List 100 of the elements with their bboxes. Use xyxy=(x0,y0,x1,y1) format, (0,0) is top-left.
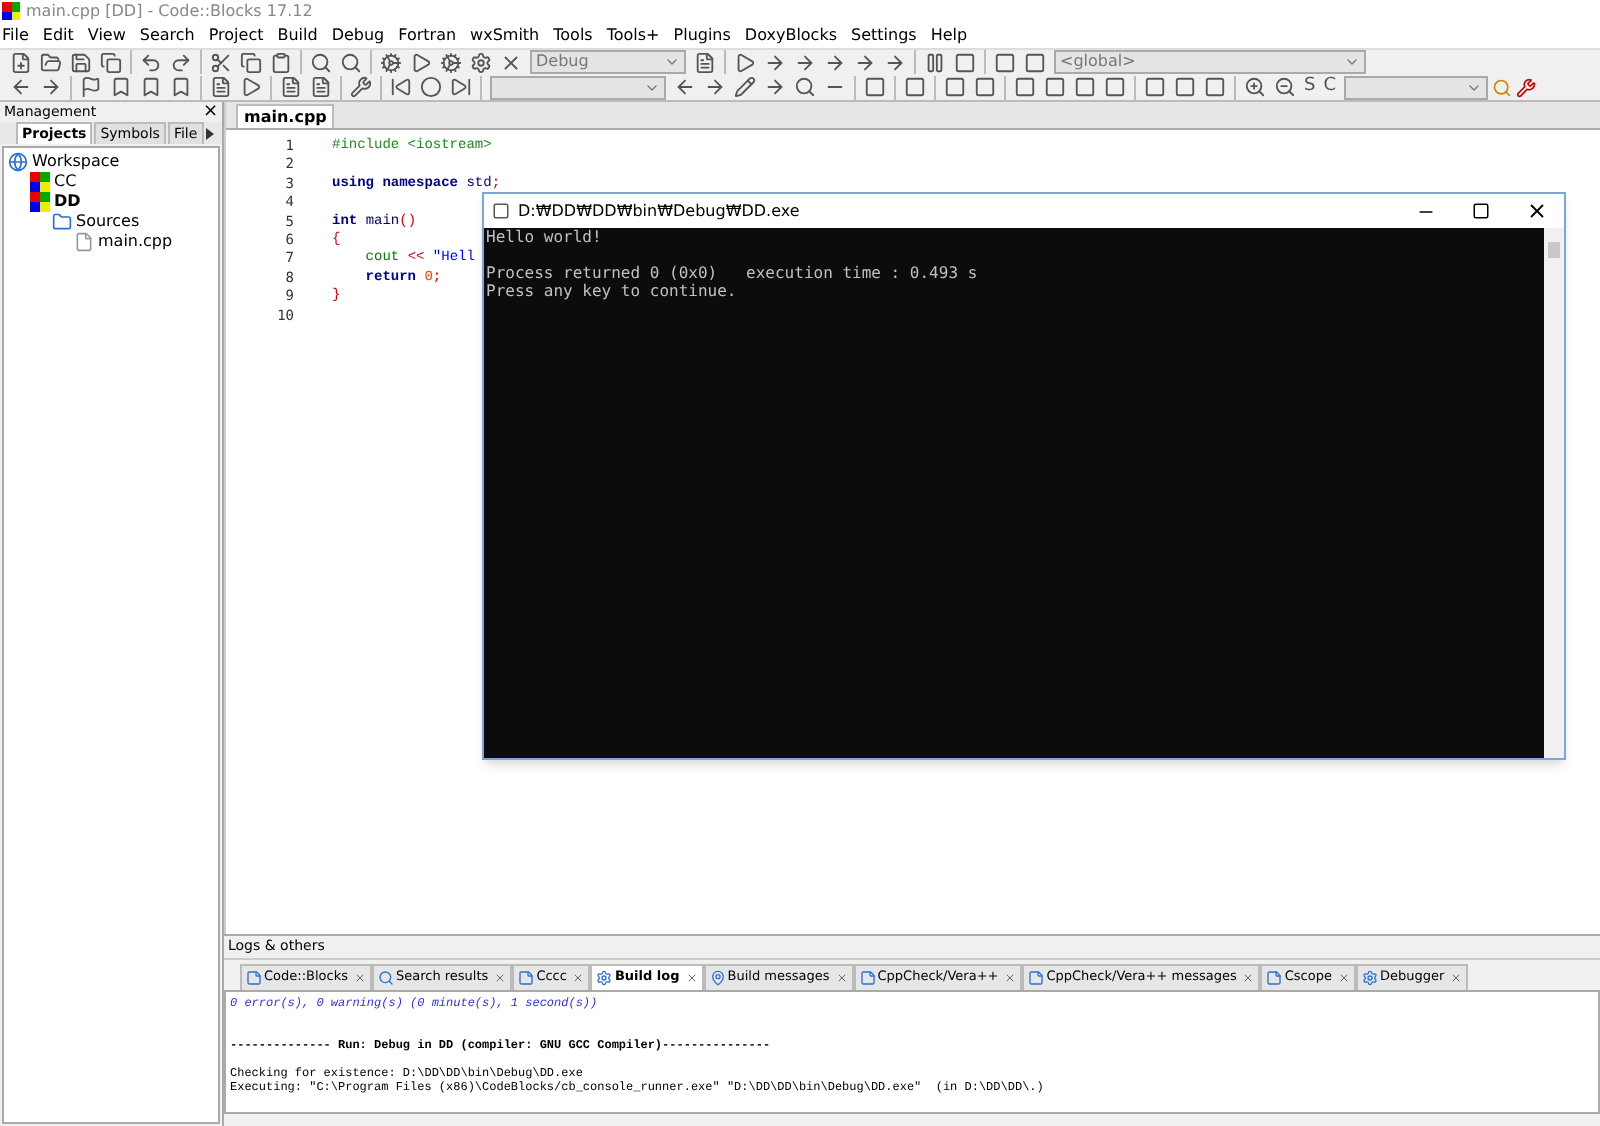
toolbar-icon[interactable] xyxy=(390,76,412,98)
toolbar-icon[interactable] xyxy=(1274,76,1296,98)
toolbar-icon[interactable] xyxy=(350,76,372,98)
toolbar-icon[interactable] xyxy=(100,51,122,73)
toolbar-icon[interactable] xyxy=(40,76,62,98)
console-line: Press any key to continue. xyxy=(486,282,739,300)
toolbar-icon[interactable] xyxy=(140,76,162,98)
toolbar-icon[interactable] xyxy=(1074,76,1096,98)
toolbar-icon[interactable] xyxy=(280,76,302,98)
toolbar-icon[interactable] xyxy=(764,51,786,73)
toolbar-icon[interactable] xyxy=(1104,76,1126,98)
pin-icon xyxy=(709,970,726,986)
gear-icon xyxy=(596,970,613,986)
toolbar-icon[interactable] xyxy=(824,51,846,73)
menu-item[interactable]: DoxyBlocks xyxy=(744,23,838,47)
toolbar-icon[interactable] xyxy=(794,51,816,73)
toolbar-icon[interactable] xyxy=(470,51,492,73)
toolbar-icon[interactable] xyxy=(420,76,442,98)
toolbar-icon[interactable] xyxy=(210,76,232,98)
menu-item[interactable]: Debug xyxy=(331,23,385,47)
toolbar-icon[interactable] xyxy=(884,51,906,73)
maximize-icon[interactable] xyxy=(1472,202,1490,220)
toolbar-icon[interactable] xyxy=(694,51,716,73)
toolbar-icon[interactable] xyxy=(450,76,472,98)
toolbar-icon[interactable] xyxy=(1244,76,1266,98)
toolbar-icon[interactable] xyxy=(440,51,462,73)
menu-item[interactable]: Plugins xyxy=(673,23,731,47)
project-icon xyxy=(30,172,50,192)
toolbar-icon[interactable] xyxy=(994,51,1016,73)
toolbar-icon[interactable] xyxy=(1174,76,1196,98)
caret-icon xyxy=(1344,54,1360,70)
toolbar-icon[interactable] xyxy=(704,76,726,98)
toolbar-icon[interactable] xyxy=(864,76,886,98)
toolbar-icon[interactable] xyxy=(170,51,192,73)
menu-item[interactable]: File xyxy=(2,23,29,47)
toolbar-icon[interactable] xyxy=(734,76,756,98)
dropdown[interactable]: Debug xyxy=(530,50,686,74)
toolbar-icon[interactable] xyxy=(1144,76,1166,98)
menu-item[interactable]: Settings xyxy=(851,23,917,47)
toolbar-icon[interactable] xyxy=(10,76,32,98)
menu-item[interactable]: Project xyxy=(208,23,264,47)
close-icon[interactable] xyxy=(1526,200,1548,222)
toolbar-icon[interactable] xyxy=(764,76,786,98)
wrench-icon[interactable] xyxy=(1516,77,1537,97)
toolbar-icon[interactable] xyxy=(310,51,332,73)
toolbar-icon[interactable] xyxy=(674,76,696,98)
menu-item[interactable]: Fortran xyxy=(398,23,457,47)
search-icon[interactable] xyxy=(1492,77,1513,97)
code-editor[interactable] xyxy=(226,130,1600,934)
toolbar-icon[interactable] xyxy=(40,51,62,73)
console-icon xyxy=(492,202,510,220)
scrollbar[interactable] xyxy=(1544,228,1564,758)
close-button[interactable]: × xyxy=(202,103,218,121)
toolbar-icon[interactable] xyxy=(270,51,292,73)
tree-item[interactable]: Sources xyxy=(76,212,140,232)
toolbar-icon[interactable] xyxy=(410,51,432,73)
toolbar-icon[interactable] xyxy=(500,51,522,73)
menu-item[interactable]: wxSmith xyxy=(470,23,540,47)
tree-item[interactable]: DD xyxy=(54,192,81,212)
toolbar-icon[interactable] xyxy=(140,51,162,73)
search-icon xyxy=(378,970,394,986)
toolbar-icon[interactable] xyxy=(794,76,816,98)
toolbar-icon[interactable] xyxy=(944,76,966,98)
toolbar-icon[interactable] xyxy=(310,76,332,98)
toolbar-icon[interactable] xyxy=(974,76,996,98)
toolbar-icon[interactable] xyxy=(1044,76,1066,98)
menu-item[interactable]: Tools xyxy=(553,23,593,47)
toolbar-icon[interactable] xyxy=(380,51,402,73)
toolbar-icon[interactable] xyxy=(210,51,232,73)
toolbar-icon[interactable] xyxy=(80,76,102,98)
window-title: main.cpp [DD] - Code::Blocks 17.12 xyxy=(26,0,313,23)
toolbar-icon[interactable] xyxy=(1204,76,1226,98)
menu-item[interactable]: Search xyxy=(139,23,195,47)
toolbar-icon[interactable] xyxy=(10,51,32,73)
toolbar-button[interactable]: C xyxy=(1323,73,1337,101)
dropdown[interactable]: <global> xyxy=(1054,50,1366,74)
toolbar-icon[interactable] xyxy=(924,51,946,73)
toolbar-icon[interactable] xyxy=(954,51,976,73)
toolbar-icon[interactable] xyxy=(240,76,262,98)
toolbar-icon[interactable] xyxy=(340,51,362,73)
toolbar-icon[interactable] xyxy=(734,51,756,73)
menu-item[interactable]: Tools+ xyxy=(606,23,660,47)
toolbar-icon[interactable] xyxy=(110,76,132,98)
gear-icon xyxy=(1361,970,1378,986)
toolbar-icon[interactable] xyxy=(854,51,876,73)
toolbar-button[interactable]: S xyxy=(1304,73,1316,101)
tree-item[interactable]: CC xyxy=(54,172,77,192)
menu-item[interactable]: Edit xyxy=(42,23,74,47)
tree-item[interactable]: Workspace xyxy=(32,152,120,172)
menu-item[interactable]: Build xyxy=(277,23,318,47)
toolbar-icon[interactable] xyxy=(170,76,192,98)
tree-item[interactable]: main.cpp xyxy=(98,232,173,252)
toolbar-icon[interactable] xyxy=(1014,76,1036,98)
menu-item[interactable]: View xyxy=(87,23,126,47)
toolbar-icon[interactable] xyxy=(1024,51,1046,73)
toolbar-icon[interactable] xyxy=(904,76,926,98)
editor-tab[interactable]: main.cpp xyxy=(236,104,335,128)
toolbar-icon[interactable] xyxy=(240,51,262,73)
toolbar-icon[interactable] xyxy=(70,51,92,73)
menu-item[interactable]: Help xyxy=(930,23,968,47)
